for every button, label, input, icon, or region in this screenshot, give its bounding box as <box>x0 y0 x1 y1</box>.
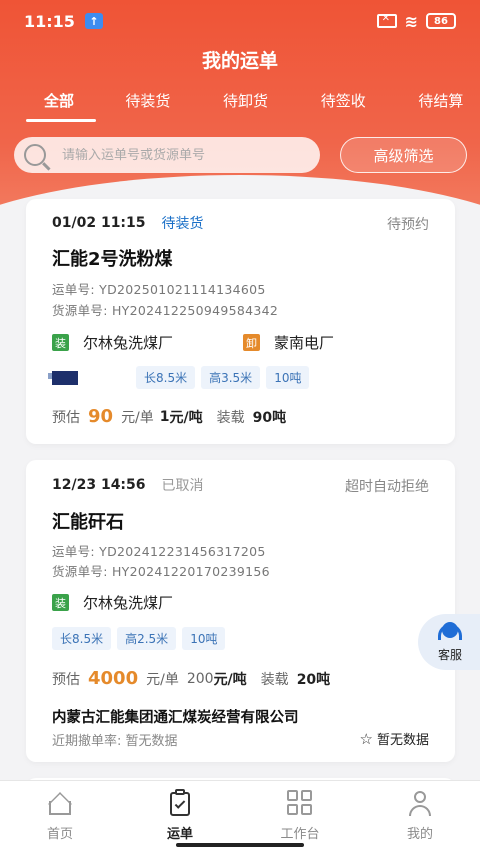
load-tag: 装 <box>52 334 69 351</box>
price-unit: 元/单 <box>146 671 179 688</box>
unit-price: 200 <box>186 670 214 687</box>
cancel-rate: 近期撤单率: 暂无数据 <box>52 734 178 749</box>
order-corner-status: 超时自动拒绝 <box>345 479 429 495</box>
load-weight: 90吨 <box>252 409 287 426</box>
price-label: 预估 <box>52 671 80 688</box>
height-chip: 高3.5米 <box>201 366 261 389</box>
tab-pending-sign[interactable]: 待签收 <box>299 88 397 122</box>
tab-pending-unload[interactable]: 待卸货 <box>201 88 299 122</box>
unit-price: 1 <box>159 408 170 425</box>
battery-icon: 86 <box>426 13 456 29</box>
vehicle-icon <box>48 370 78 385</box>
height-chip: 高2.5米 <box>117 627 177 650</box>
upload-icon: ↑ <box>84 13 103 29</box>
length-chip: 长8.5米 <box>136 366 196 389</box>
search-icon <box>24 144 46 166</box>
order-corner-status: 待预约 <box>387 217 429 233</box>
unit-price-unit: 元/吨 <box>213 671 247 688</box>
tab-all[interactable]: 全部 <box>24 88 103 122</box>
order-datetime: 01/02 11:15 <box>52 215 146 231</box>
no-sim-icon <box>376 13 397 28</box>
price-value: 4000 <box>88 668 139 689</box>
status-time: 11:15 <box>24 11 75 31</box>
customer-service-button[interactable]: 客服 <box>418 614 480 670</box>
weight-chip: 10吨 <box>266 366 310 389</box>
status-bar: 11:15 ↑ ≋ 86 <box>0 0 480 42</box>
order-datetime: 12/23 14:56 <box>52 477 146 493</box>
page-title: 我的运单 <box>201 50 278 72</box>
order-status: 待装货 <box>161 216 204 232</box>
rating: ☆ 暂无数据 <box>359 729 429 749</box>
nav-mine-label: 我的 <box>406 827 433 842</box>
order-card[interactable]: 01/02 11:15 待装货 待预约 汇能2号洗粉煤 运单号: YD20250… <box>26 199 455 444</box>
nav-home-label: 首页 <box>46 827 73 842</box>
unload-place: 蒙南电厂 <box>274 334 335 352</box>
star-icon: ☆ <box>359 729 373 748</box>
company-name: 内蒙古汇能集团通汇煤炭经营有限公司 <box>52 710 299 726</box>
home-icon <box>46 789 74 817</box>
load-place: 尔林兔洗煤厂 <box>83 594 174 612</box>
source-number: 货源单号: HY20241225094958434​2 <box>52 303 279 318</box>
wifi-icon: ≋ <box>404 11 418 31</box>
price-value: 90 <box>88 406 114 427</box>
load-tag: 装 <box>52 594 69 611</box>
source-number: 货源单号: HY20241220170239156 <box>52 564 270 579</box>
grid-icon <box>286 789 314 817</box>
customer-service-label: 客服 <box>437 647 462 662</box>
nav-workbench-label: 工作台 <box>280 827 320 842</box>
price-label: 预估 <box>52 409 80 426</box>
unload-tag: 卸 <box>243 334 260 351</box>
cargo-name: 汇能矸石 <box>52 512 124 533</box>
nav-waybill-label: 运单 <box>166 827 193 842</box>
length-chip: 长8.5米 <box>52 627 112 650</box>
waybill-number: 运单号: YD202412231456317205 <box>52 544 266 559</box>
price-unit: 元/单 <box>121 409 154 426</box>
rating-text: 暂无数据 <box>376 733 429 748</box>
unit-price-unit: 元/吨 <box>169 409 203 426</box>
load-place: 尔林兔洗煤厂 <box>83 334 174 352</box>
load-label: 装载 <box>216 409 245 426</box>
tab-pending-load[interactable]: 待装货 <box>103 88 201 122</box>
waybill-number: 运单号: YD202501021114134605 <box>52 282 266 297</box>
headset-icon <box>438 621 462 644</box>
order-card[interactable]: 12/23 14:56 已取消 超时自动拒绝 汇能矸石 运单号: YD20241… <box>26 460 455 762</box>
load-weight: 20吨 <box>296 671 331 688</box>
status-tabs: 全部 待装货 待卸货 待签收 待结算 <box>24 88 480 122</box>
nav-home[interactable]: 首页 <box>0 781 120 853</box>
home-indicator <box>176 843 304 847</box>
search-input[interactable] <box>62 147 292 163</box>
load-label: 装载 <box>260 671 289 688</box>
weight-chip: 10吨 <box>182 627 226 650</box>
search-bar[interactable] <box>14 137 320 173</box>
user-icon <box>406 789 434 817</box>
nav-mine[interactable]: 我的 <box>360 781 480 853</box>
clipboard-icon <box>166 789 194 817</box>
tab-pending-settle[interactable]: 待结算 <box>396 88 480 122</box>
advanced-filter-button[interactable]: 高级筛选 <box>340 137 467 173</box>
cargo-name: 汇能2号洗粉煤 <box>52 249 173 270</box>
order-status: 已取消 <box>161 478 204 494</box>
